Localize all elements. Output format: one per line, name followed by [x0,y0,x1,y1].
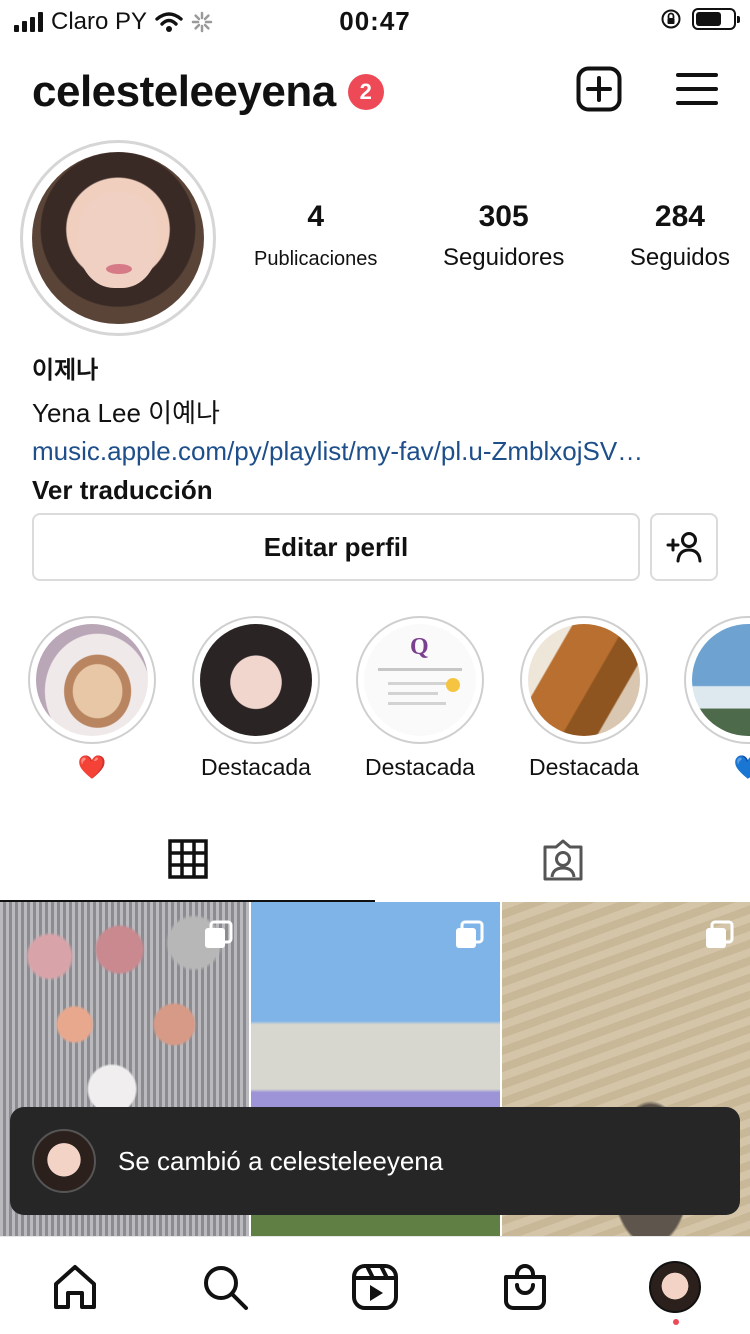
toast-message: Se cambió a celesteleeyena [118,1145,444,1176]
highlight-cover-document: Q [364,624,476,736]
profile-tabs [0,818,750,902]
highlight-cover-sweater [528,624,640,736]
highlight-cover-selfie [200,624,312,736]
highlight-ring [520,616,648,744]
new-post-icon[interactable] [576,66,622,112]
profile-avatar[interactable] [32,152,204,324]
account-switched-toast: Se cambió a celesteleeyena [10,1107,740,1215]
highlight-item[interactable]: Destacada [191,616,321,781]
notification-badge: 2 [347,74,384,110]
stat-following-count: 284 [654,200,705,233]
account-username[interactable]: celesteleeyena [32,67,336,117]
stat-posts[interactable]: 4 Publicaciones [254,200,377,272]
notification-dot [673,1319,679,1325]
stat-following[interactable]: 284 Seguidos [630,200,730,272]
nav-shop[interactable] [499,1261,551,1313]
multiple-photos-icon [456,920,484,948]
highlight-label: Destacada [201,754,311,780]
stat-following-label: Seguidos [629,244,730,271]
tab-tagged[interactable] [375,818,750,902]
profile-name: 이제나 [32,357,99,384]
menu-icon[interactable] [676,71,718,107]
toast-avatar [32,1129,96,1193]
status-bar: Claro PY 00:47 [0,0,750,40]
bottom-navigation [0,1236,750,1334]
stat-followers[interactable]: 305 Seguidores [443,200,564,272]
see-translation-link[interactable]: Ver traducción [32,475,720,506]
profile-header: celesteleeyena 2 [32,60,718,124]
discover-people-button[interactable] [650,513,718,581]
battery-icon [692,8,740,30]
orientation-lock-icon [661,9,681,29]
nav-search[interactable] [199,1261,251,1313]
stat-followers-label: Seguidores [442,244,565,271]
profile-stats: 4 Publicaciones 305 Seguidores 284 Segui… [254,200,730,272]
profile-avatar-ring[interactable] [20,140,216,336]
stat-posts-count: 4 [307,200,325,233]
bio-link[interactable]: music.apple.com/py/playlist/my-fav/pl.u-… [32,436,720,467]
stat-followers-count: 305 [478,200,529,233]
highlight-ring: Q [356,616,484,744]
shop-icon [504,1264,546,1310]
highlight-ring [684,616,750,744]
highlight-item[interactable]: 💙 [683,616,750,781]
nav-home[interactable] [49,1261,101,1313]
reels-icon [352,1264,398,1310]
home-icon [54,1265,96,1309]
highlight-item[interactable]: Destacada [519,616,649,781]
highlight-ring [192,616,320,744]
document-logo: Q [410,634,429,660]
search-icon [204,1266,248,1310]
highlight-ring [28,616,156,744]
stat-posts-label: Publicaciones [254,248,378,270]
profile-bio: 이제나 Yena Lee 이예나 music.apple.com/py/play… [32,350,720,506]
highlight-label: ❤️ [77,754,107,780]
highlight-label: 💙 [733,754,750,780]
highlight-item[interactable]: Q Destacada [355,616,485,781]
multiple-photos-icon [706,920,734,948]
status-right [660,8,740,30]
grid-icon [167,839,208,879]
status-time: 00:47 [339,6,411,36]
highlight-label: Destacada [529,754,639,780]
nav-reels[interactable] [349,1261,401,1313]
tab-posts-grid[interactable] [0,818,375,902]
profile-avatar [649,1261,701,1313]
highlight-item[interactable]: ❤️ [27,616,157,781]
bio-text: Yena Lee 이예나 [32,398,220,428]
add-person-icon [666,532,702,563]
highlight-label: Destacada [365,754,475,780]
highlight-cover-sky [692,624,750,736]
multiple-photos-icon [205,920,233,948]
edit-profile-button[interactable]: Editar perfil [32,513,640,581]
highlight-cover-puppy [36,624,148,736]
nav-profile[interactable] [649,1261,701,1313]
tagged-icon [543,839,582,881]
story-highlights: ❤️ Destacada Q Destacada Destacada 💙 [0,616,750,786]
